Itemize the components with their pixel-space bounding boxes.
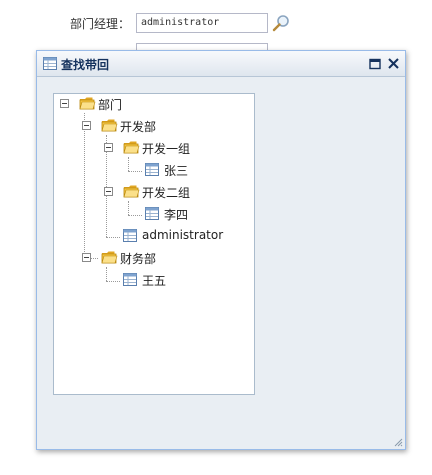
tree-node-label: 财务部 — [120, 252, 157, 266]
collapse-toggle-icon[interactable] — [60, 99, 69, 108]
tree-node-administrator[interactable]: administrator — [102, 227, 224, 245]
tree-node-dept-dev[interactable]: 开发部 — [80, 117, 170, 135]
tree-node-root[interactable]: 部门 — [58, 95, 148, 113]
manager-label: 部门经理： — [70, 17, 131, 31]
tree-node-label: 开发部 — [120, 120, 157, 134]
resize-handle-icon[interactable] — [394, 438, 403, 447]
folder-open-icon — [123, 185, 140, 198]
tree-node-label: 张三 — [164, 164, 189, 178]
dialog-title: 查找带回 — [61, 58, 110, 72]
tree-node-label: 部门 — [98, 98, 123, 112]
collapse-toggle-icon[interactable] — [104, 187, 113, 196]
tree-node-dept-finance[interactable]: 财务部 — [80, 249, 170, 267]
folder-open-icon — [101, 119, 118, 132]
folder-open-icon — [79, 97, 96, 110]
tree-node-wangwu[interactable]: 王五 — [102, 271, 182, 289]
folder-open-icon — [101, 251, 118, 264]
tree-node-label: 王五 — [142, 274, 167, 288]
maximize-icon[interactable] — [369, 58, 381, 70]
user-record-icon — [145, 163, 159, 176]
folder-open-icon — [123, 141, 140, 154]
tree-node-label: 开发一组 — [142, 142, 191, 156]
tree-node-label: 开发二组 — [142, 186, 191, 200]
user-record-icon — [145, 207, 159, 220]
tree-node-zhangsan[interactable]: 张三 — [124, 161, 204, 179]
table-icon — [43, 57, 57, 70]
user-record-icon — [123, 273, 137, 286]
tree-node-group1[interactable]: 开发一组 — [102, 139, 202, 157]
close-icon[interactable] — [387, 57, 400, 70]
collapse-toggle-icon[interactable] — [82, 253, 91, 262]
collapse-toggle-icon[interactable] — [82, 121, 91, 130]
collapse-toggle-icon[interactable] — [104, 143, 113, 152]
manager-input[interactable]: administrator — [136, 13, 268, 33]
tree-node-lisi[interactable]: 李四 — [124, 205, 204, 223]
search-icon[interactable] — [271, 13, 291, 33]
tree-node-label: 李四 — [164, 208, 189, 222]
dialog-header[interactable]: 查找带回 — [37, 51, 405, 77]
tree-node-label: administrator — [142, 228, 224, 242]
tree-node-group2[interactable]: 开发二组 — [102, 183, 202, 201]
user-record-icon — [123, 229, 137, 242]
